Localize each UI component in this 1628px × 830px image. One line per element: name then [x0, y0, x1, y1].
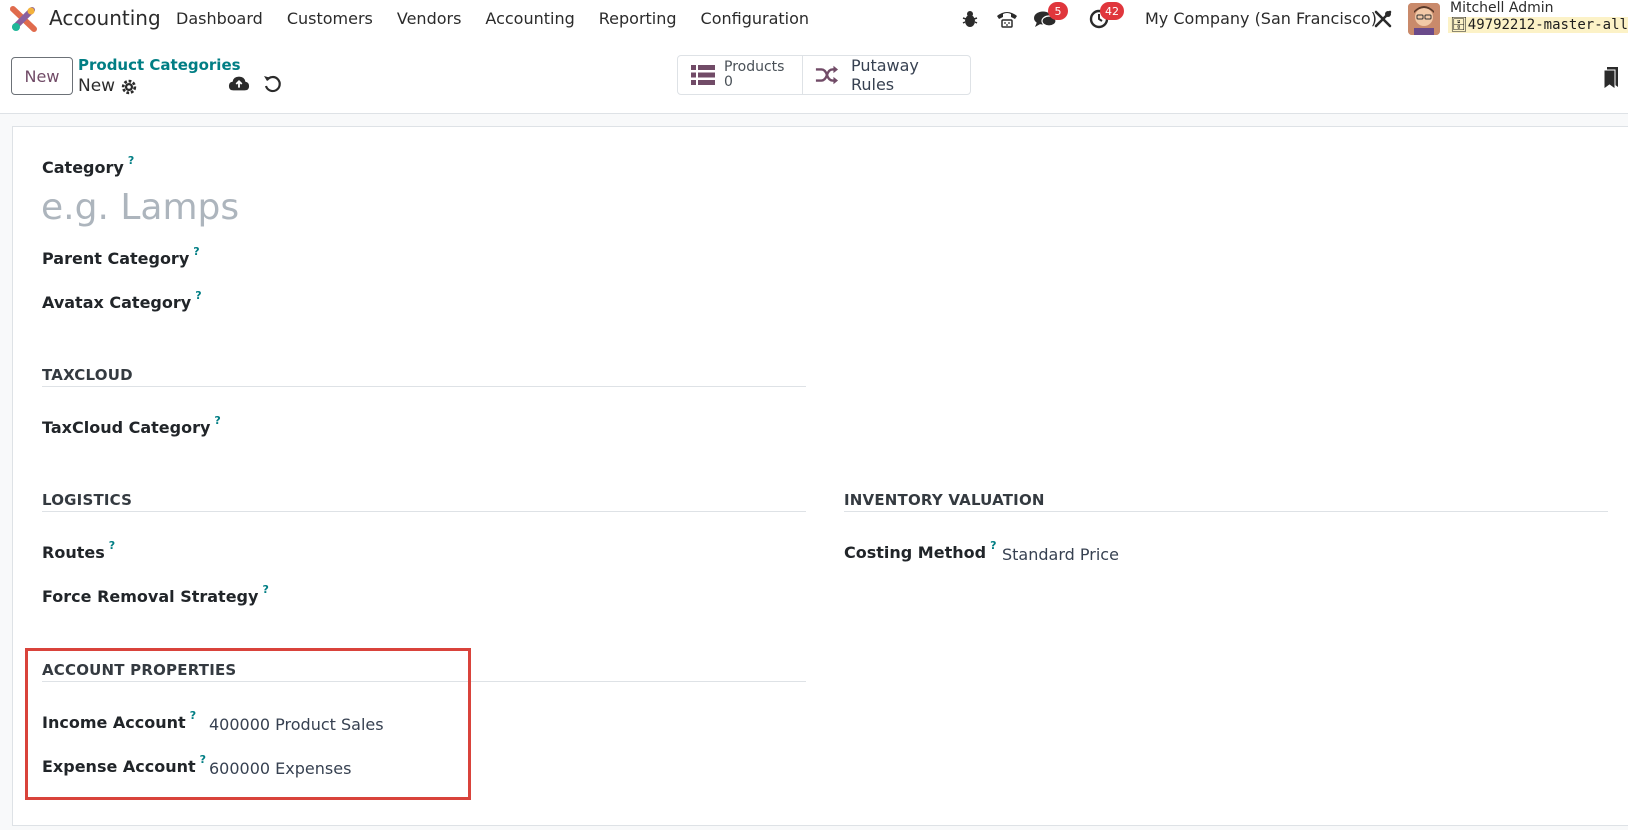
inventory-valuation-separator: [844, 511, 1608, 512]
avatax-category-label-text: Avatax Category: [42, 293, 192, 312]
costing-method-label-text: Costing Method: [844, 543, 987, 562]
menu-item-vendors[interactable]: Vendors: [397, 9, 462, 28]
gear-icon[interactable]: [120, 78, 138, 96]
record-name: New: [78, 76, 116, 96]
list-icon: [691, 65, 715, 85]
routes-label: Routes?: [42, 539, 115, 562]
expense-account-label: Expense Account?: [42, 753, 206, 776]
top-navbar: Accounting Dashboard Customers Vendors A…: [0, 0, 1628, 38]
expense-account-value[interactable]: 600000 Expenses: [209, 759, 351, 778]
breadcrumb-product-categories[interactable]: Product Categories: [78, 56, 241, 74]
main-menu: Dashboard Customers Vendors Accounting R…: [176, 9, 833, 28]
routes-label-text: Routes: [42, 543, 105, 562]
account-properties-section-title: ACCOUNT PROPERTIES: [42, 661, 237, 679]
database-name-text: 49792212-master-all: [1467, 17, 1628, 33]
menu-item-configuration[interactable]: Configuration: [701, 9, 810, 28]
menu-item-customers[interactable]: Customers: [287, 9, 373, 28]
control-panel: New Product Categories New Products 0 Pu…: [0, 38, 1628, 114]
category-help-icon[interactable]: ?: [128, 154, 134, 167]
menu-item-accounting[interactable]: Accounting: [485, 9, 574, 28]
phone-icon[interactable]: [994, 7, 1020, 31]
avatax-category-help-icon[interactable]: ?: [195, 289, 201, 302]
parent-category-help-icon[interactable]: ?: [193, 245, 199, 258]
random-shuffle-icon: [815, 65, 839, 85]
inventory-valuation-section-title: INVENTORY VALUATION: [844, 491, 1045, 509]
new-button[interactable]: New: [11, 57, 73, 95]
accounting-app-logo-icon[interactable]: [10, 6, 37, 32]
debug-bug-icon[interactable]: [960, 7, 980, 31]
taxcloud-category-help-icon[interactable]: ?: [214, 414, 220, 427]
income-account-label: Income Account?: [42, 709, 196, 732]
database-icon: 🗄︎: [1450, 17, 1468, 33]
smart-buttons: Products 0 Putaway Rules: [677, 55, 971, 95]
expense-account-help-icon[interactable]: ?: [200, 753, 206, 766]
income-account-help-icon[interactable]: ?: [190, 709, 196, 722]
menu-item-reporting[interactable]: Reporting: [599, 9, 677, 28]
costing-method-value[interactable]: Standard Price: [1002, 545, 1119, 564]
putaway-rules-smart-button[interactable]: Putaway Rules: [802, 56, 970, 94]
taxcloud-category-label: TaxCloud Category?: [42, 414, 221, 437]
taxcloud-separator: [42, 386, 806, 387]
messages-badge: 5: [1048, 2, 1068, 20]
user-name[interactable]: Mitchell Admin: [1450, 0, 1554, 16]
routes-help-icon[interactable]: ?: [109, 539, 115, 552]
database-name: 🗄︎49792212-master-all: [1448, 17, 1628, 33]
income-account-value[interactable]: 400000 Product Sales: [209, 715, 384, 734]
force-removal-help-icon[interactable]: ?: [262, 583, 268, 596]
parent-category-label-text: Parent Category: [42, 249, 190, 268]
products-label: Products: [724, 59, 785, 75]
activities-badge: 42: [1100, 2, 1124, 20]
menu-item-dashboard[interactable]: Dashboard: [176, 9, 263, 28]
bookmark-icon[interactable]: [1603, 66, 1619, 90]
products-count: 0: [724, 74, 733, 90]
category-name-input[interactable]: [41, 184, 781, 230]
avatax-category-label: Avatax Category?: [42, 289, 202, 312]
tools-settings-icon[interactable]: [1372, 7, 1394, 31]
app-name[interactable]: Accounting: [49, 6, 161, 30]
taxcloud-section-title: TAXCLOUD: [42, 366, 133, 384]
costing-method-help-icon[interactable]: ?: [990, 539, 996, 552]
save-cloud-icon[interactable]: [228, 74, 250, 94]
logistics-separator: [42, 511, 806, 512]
parent-category-label: Parent Category?: [42, 245, 200, 268]
income-account-label-text: Income Account: [42, 713, 186, 732]
discard-undo-icon[interactable]: [262, 74, 282, 94]
expense-account-label-text: Expense Account: [42, 757, 196, 776]
products-smart-button[interactable]: Products 0: [678, 56, 802, 94]
company-switcher[interactable]: My Company (San Francisco): [1145, 9, 1377, 28]
taxcloud-category-label-text: TaxCloud Category: [42, 418, 211, 437]
logistics-section-title: LOGISTICS: [42, 491, 133, 509]
user-avatar[interactable]: [1408, 3, 1440, 35]
costing-method-label: Costing Method?: [844, 539, 996, 562]
account-properties-separator: [42, 681, 806, 682]
category-label-text: Category: [42, 158, 124, 177]
category-label: Category?: [42, 154, 134, 177]
force-removal-strategy-label-text: Force Removal Strategy: [42, 587, 259, 606]
force-removal-strategy-label: Force Removal Strategy?: [42, 583, 269, 606]
putaway-rules-label: Putaway Rules: [850, 56, 919, 94]
